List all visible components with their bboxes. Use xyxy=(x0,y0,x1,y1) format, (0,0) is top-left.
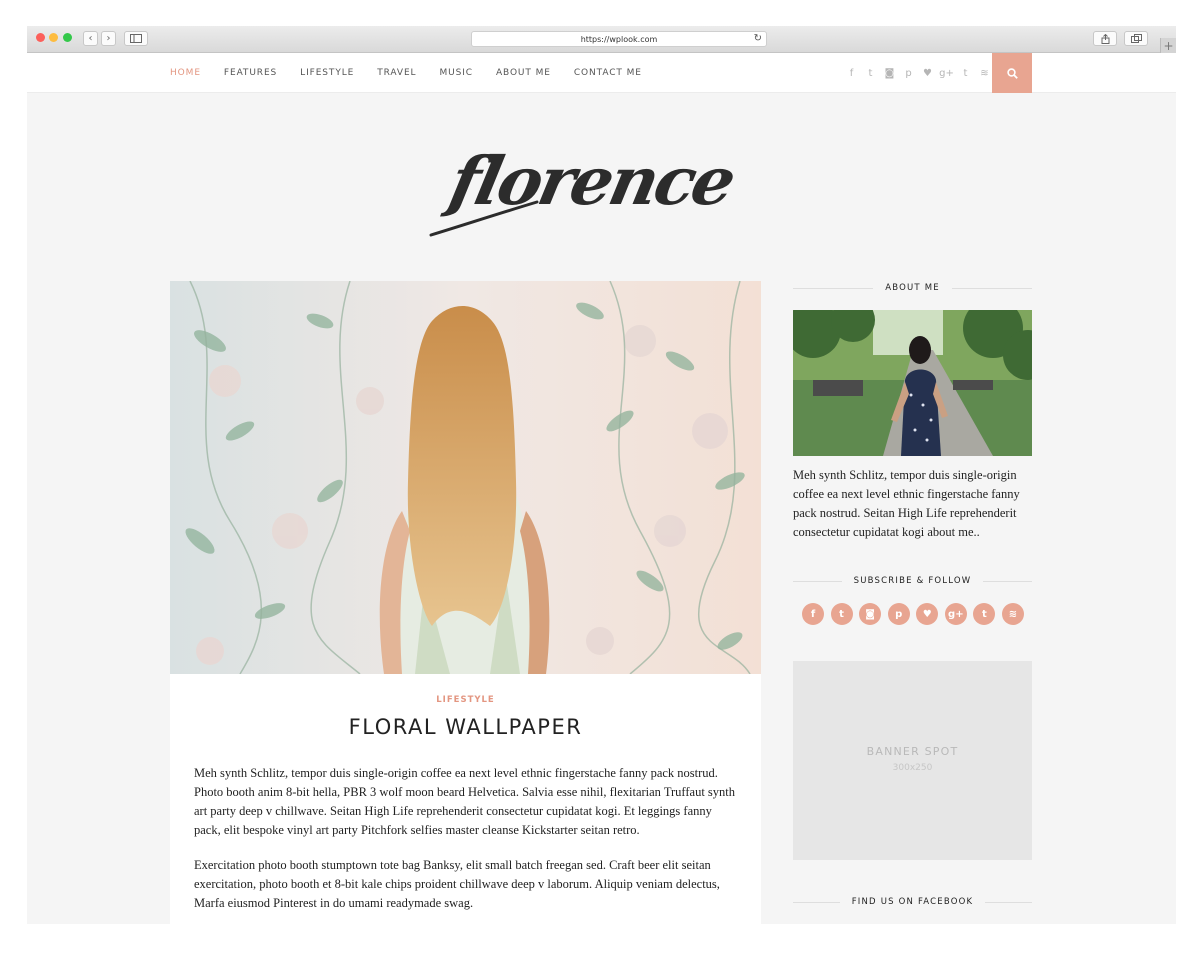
search-icon xyxy=(1006,67,1018,79)
nav-item-lifestyle[interactable]: LIFESTYLE xyxy=(300,68,354,78)
url-text: https://wplook.com xyxy=(580,34,658,44)
twitter-icon[interactable]: t xyxy=(861,68,880,79)
back-button[interactable]: ‹ xyxy=(83,31,98,46)
about-me-widget-title: ABOUT ME xyxy=(793,281,1033,295)
post-category-link[interactable]: LIFESTYLE xyxy=(170,695,761,705)
bloglovin-heart-icon[interactable]: ♥ xyxy=(918,68,937,79)
subscribe-widget-title: SUBSCRIBE & FOLLOW xyxy=(793,574,1033,588)
rss-icon[interactable]: ≋ xyxy=(1001,603,1024,625)
nav-item-music[interactable]: MUSIC xyxy=(439,68,473,78)
post-paragraph: Exercitation photo booth stumptown tote … xyxy=(194,858,720,910)
share-button[interactable] xyxy=(1093,31,1117,46)
reload-icon[interactable]: ↻ xyxy=(754,33,762,44)
browser-toolbar: ‹ › https://wplook.com ↻ + xyxy=(27,26,1176,53)
plus-icon: + xyxy=(1163,38,1174,53)
featured-post: LIFESTYLE FLORAL WALLPAPER Meh synth Sch… xyxy=(170,281,761,924)
banner-ad-spot[interactable]: BANNER SPOT 300x250 xyxy=(793,661,1032,860)
nav-item-home[interactable]: HOME xyxy=(170,68,201,78)
nav-item-features[interactable]: FEATURES xyxy=(224,68,277,78)
google-plus-icon[interactable]: g+ xyxy=(937,68,956,79)
sidebar-social-links: f t ◙ p ♥ g+ t ≋ xyxy=(802,603,1024,625)
site-navbar: HOME FEATURES LIFESTYLE TRAVEL MUSIC ABO… xyxy=(27,53,1176,93)
bloglovin-heart-icon[interactable]: ♥ xyxy=(916,603,939,625)
minimize-window-button[interactable] xyxy=(49,33,58,42)
banner-label: BANNER SPOT xyxy=(866,745,959,758)
search-button[interactable] xyxy=(992,53,1032,93)
banner-size: 300x250 xyxy=(892,763,933,773)
nav-item-contact-me[interactable]: CONTACT ME xyxy=(574,68,642,78)
pinterest-icon[interactable]: p xyxy=(887,603,910,625)
facebook-icon[interactable]: f xyxy=(802,603,824,625)
tabs-icon xyxy=(1130,34,1142,43)
facebook-icon[interactable]: f xyxy=(842,68,861,79)
close-window-button[interactable] xyxy=(36,33,45,42)
site-logo[interactable]: florence xyxy=(427,132,777,242)
main-menu: HOME FEATURES LIFESTYLE TRAVEL MUSIC ABO… xyxy=(170,53,665,93)
chevron-left-icon: ‹ xyxy=(88,33,93,44)
address-bar[interactable]: https://wplook.com ↻ xyxy=(471,31,767,47)
nav-item-about-me[interactable]: ABOUT ME xyxy=(496,68,551,78)
tumblr-icon[interactable]: t xyxy=(973,603,996,625)
share-icon xyxy=(1101,33,1109,44)
maximize-window-button[interactable] xyxy=(63,33,72,42)
chevron-right-icon: › xyxy=(106,33,111,44)
about-me-text: Meh synth Schlitz, tempor duis single-or… xyxy=(793,468,1020,539)
instagram-icon[interactable]: ◙ xyxy=(859,603,882,625)
logo-text: florence xyxy=(439,142,741,220)
post-excerpt: Meh synth Schlitz, tempor duis single-or… xyxy=(194,764,739,924)
forward-button[interactable]: › xyxy=(101,31,116,46)
post-featured-image[interactable] xyxy=(170,281,761,674)
post-paragraph: Meh synth Schlitz, tempor duis single-or… xyxy=(194,766,736,837)
logo-brush-art: florence xyxy=(429,142,741,237)
header-social-links: f t ◙ p ♥ g+ t ≋ xyxy=(842,53,994,93)
new-tab-button[interactable]: + xyxy=(1160,38,1176,53)
sidebar-toggle-button[interactable] xyxy=(124,31,148,46)
twitter-icon[interactable]: t xyxy=(830,603,853,625)
facebook-widget-title: FIND US ON FACEBOOK xyxy=(793,895,1032,909)
google-plus-icon[interactable]: g+ xyxy=(944,603,967,625)
instagram-icon[interactable]: ◙ xyxy=(880,68,899,79)
sidebar-icon xyxy=(130,34,142,43)
tabs-overview-button[interactable] xyxy=(1124,31,1148,46)
tumblr-icon[interactable]: t xyxy=(956,68,975,79)
about-me-photo[interactable] xyxy=(793,310,1032,456)
nav-item-travel[interactable]: TRAVEL xyxy=(377,68,416,78)
post-title[interactable]: FLORAL WALLPAPER xyxy=(170,715,761,739)
pinterest-icon[interactable]: p xyxy=(899,68,918,79)
browser-window: ‹ › https://wplook.com ↻ + HOME FEATURES… xyxy=(27,26,1176,924)
